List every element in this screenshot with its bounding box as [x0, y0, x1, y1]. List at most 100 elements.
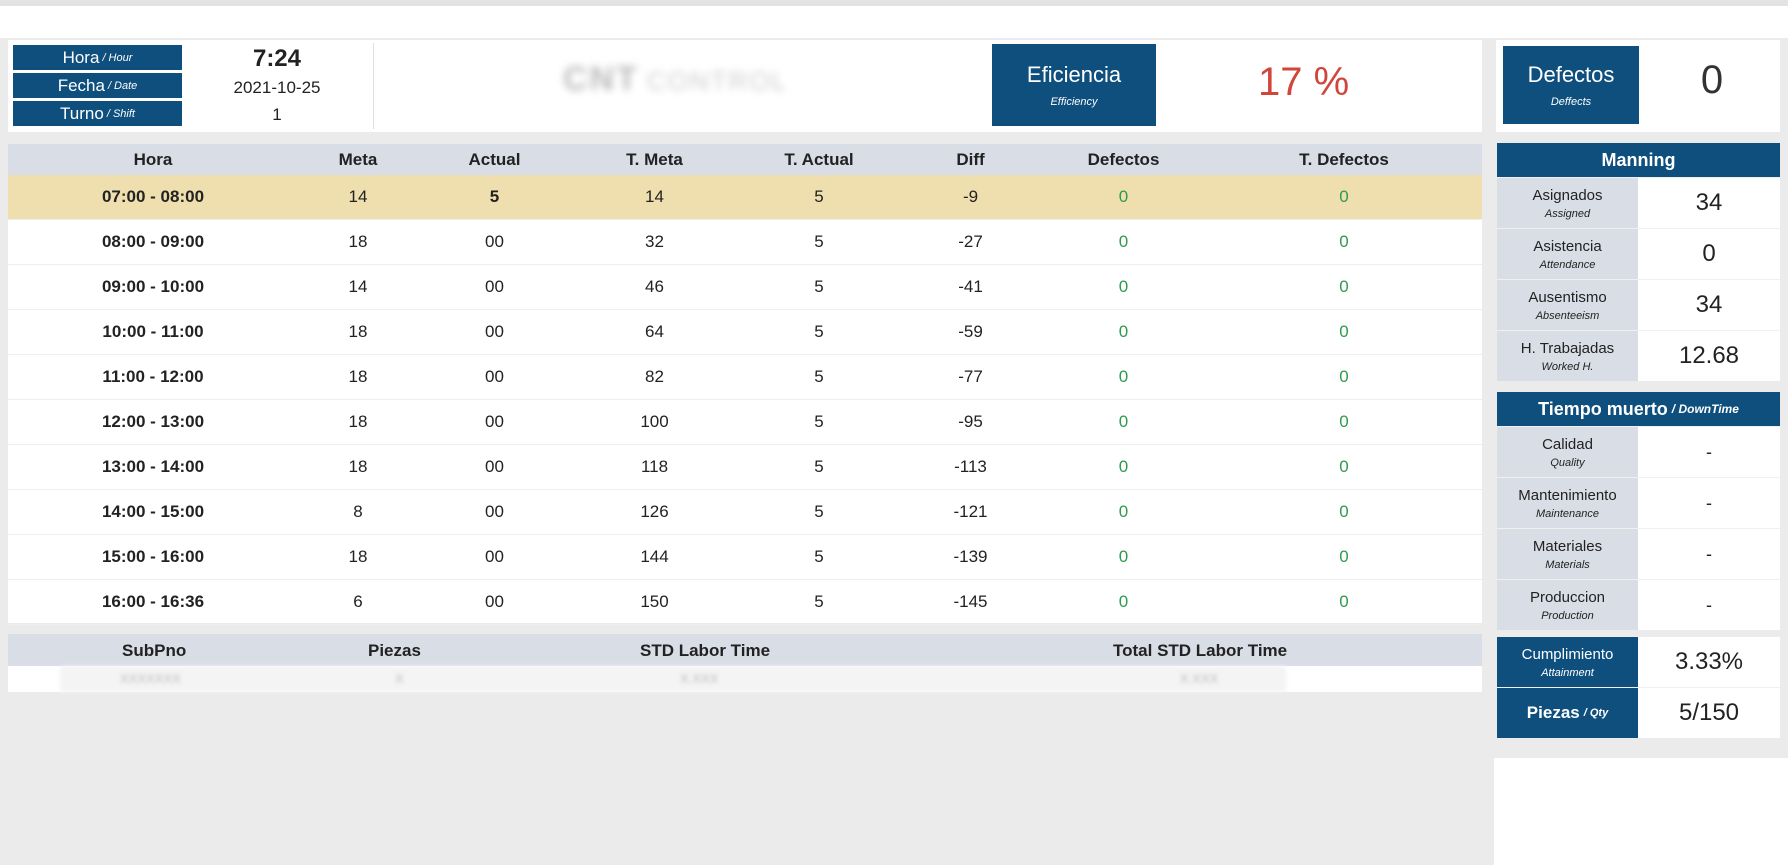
- meta-cell: 18: [298, 354, 418, 400]
- date-value: 2021-10-25: [233, 78, 321, 97]
- t-defects-cell: 0: [1206, 399, 1482, 445]
- table-header-row: Hora Meta Actual T. Meta T. Actual Diff …: [8, 144, 1482, 175]
- actual-cell: 00: [418, 489, 571, 535]
- hour-cell: 15:00 - 16:00: [8, 534, 298, 580]
- quantity-value: 5/150: [1678, 699, 1740, 726]
- efficiency-value: 17 %: [1258, 60, 1350, 104]
- column-header: Hora: [8, 144, 298, 175]
- t-meta-cell: 64: [571, 309, 738, 355]
- quantity-label: Piezas / Qty: [1497, 688, 1638, 738]
- hour-cell: 09:00 - 10:00: [8, 264, 298, 310]
- row-label: Materiales Materials: [1497, 529, 1638, 579]
- manning-row-attendance: Asistencia Attendance 0: [1497, 228, 1780, 279]
- t-actual-cell: 5: [738, 534, 900, 580]
- defects-cell: 0: [1041, 399, 1206, 445]
- diff-cell: -113: [900, 444, 1041, 490]
- diff-cell: -95: [900, 399, 1041, 445]
- row-label: Produccion Production: [1497, 580, 1638, 630]
- meta-cell: 18: [298, 219, 418, 265]
- table-row: 09:00 - 10:00 14 00 46 5 -41 0 0: [8, 264, 1482, 310]
- column-header: Diff: [900, 144, 1041, 175]
- defects-cell: 0: [1041, 264, 1206, 310]
- t-actual-cell: 5: [738, 309, 900, 355]
- t-actual-cell: 5: [738, 264, 900, 310]
- shift-value: 1: [272, 105, 282, 124]
- t-meta-cell: 144: [571, 534, 738, 580]
- efficiency-label: Eficiencia: [1026, 62, 1122, 87]
- t-meta-cell: 118: [571, 444, 738, 490]
- row-label: Asignados Assigned: [1497, 178, 1638, 228]
- t-meta-cell: 32: [571, 219, 738, 265]
- downtime-row-quality: Calidad Quality -: [1497, 426, 1780, 477]
- actual-cell: 00: [418, 579, 571, 625]
- defects-cell: 0: [1041, 579, 1206, 625]
- table-row: 14:00 - 15:00 8 00 126 5 -121 0 0: [8, 489, 1482, 535]
- row-value: 34: [1695, 189, 1723, 216]
- diff-cell: -59: [900, 309, 1041, 355]
- actual-cell: 00: [418, 534, 571, 580]
- table-row: 07:00 - 08:00 14 5 14 5 -9 0 0: [8, 175, 1482, 220]
- row-value: -: [1706, 594, 1712, 615]
- defects-value: 0: [1700, 58, 1724, 102]
- row-value: 0: [1702, 240, 1716, 267]
- attainment-label: Cumplimiento Attainment: [1497, 637, 1638, 687]
- diff-cell: -41: [900, 264, 1041, 310]
- t-meta-cell: 100: [571, 399, 738, 445]
- total-std-time-cell: X.XXX: [1180, 671, 1219, 686]
- t-defects-cell: 0: [1206, 579, 1482, 625]
- t-actual-cell: 5: [738, 579, 900, 625]
- table-row: 10:00 - 11:00 18 00 64 5 -59 0 0: [8, 309, 1482, 355]
- diff-cell: -121: [900, 489, 1041, 535]
- subpno-row: XXXXXXX X X.XXX X.XXX: [60, 666, 1286, 692]
- hour-value: 7:24: [252, 45, 302, 72]
- table-row: 13:00 - 14:00 18 00 118 5 -113 0 0: [8, 444, 1482, 490]
- pieces-cell: X: [395, 671, 404, 686]
- efficiency-label-en: Efficiency: [1050, 96, 1098, 108]
- hour-cell: 11:00 - 12:00: [8, 354, 298, 400]
- diff-cell: -27: [900, 219, 1041, 265]
- defects-label: Defectos: [1527, 62, 1615, 87]
- column-header: T. Actual: [738, 144, 900, 175]
- subpno-header: SubPno Piezas STD Labor Time Total STD L…: [8, 634, 1482, 666]
- column-header: T. Meta: [571, 144, 738, 175]
- diff-cell: -77: [900, 354, 1041, 400]
- defects-cell: 0: [1041, 175, 1206, 220]
- meta-cell: 14: [298, 264, 418, 310]
- meta-cell: 18: [298, 399, 418, 445]
- t-actual-cell: 5: [738, 444, 900, 490]
- subpno-panel: SubPno Piezas STD Labor Time Total STD L…: [8, 634, 1482, 692]
- summary-panel: Cumplimiento Attainment 3.33% Piezas / Qty…: [1497, 637, 1780, 738]
- actual-cell: 5: [418, 175, 571, 220]
- downtime-row-maintenance: Mantenimiento Maintenance -: [1497, 477, 1780, 528]
- manning-panel: Manning Asignados Assigned 34 Asistencia A…: [1497, 143, 1780, 381]
- divider: [373, 43, 374, 129]
- hour-label: Hora / Hour: [13, 45, 182, 70]
- row-value: -: [1706, 543, 1712, 564]
- quantity-row: Piezas / Qty 5/150: [1497, 687, 1780, 738]
- actual-cell: 00: [418, 444, 571, 490]
- defects-box: Defectos Deffects: [1503, 46, 1639, 124]
- actual-cell: 00: [418, 399, 571, 445]
- t-defects-cell: 0: [1206, 219, 1482, 265]
- meta-cell: 8: [298, 489, 418, 535]
- std-time-cell: X.XXX: [680, 671, 719, 686]
- defects-panel: Defectos Deffects 0: [1496, 40, 1780, 132]
- hourly-table-panel: Hora Meta Actual T. Meta T. Actual Diff …: [8, 144, 1482, 625]
- actual-cell: 00: [418, 309, 571, 355]
- meta-cell: 18: [298, 534, 418, 580]
- header-panel: Hora / Hour 7:24 Fecha / Date 2021-10-25 T…: [8, 40, 1482, 132]
- actual-cell: 00: [418, 264, 571, 310]
- column-header: T. Defectos: [1206, 144, 1482, 175]
- row-value: 12.68: [1678, 342, 1740, 369]
- meta-cell: 18: [298, 309, 418, 355]
- bottom-right-blank: [1494, 758, 1788, 865]
- column-header: Defectos: [1041, 144, 1206, 175]
- t-meta-cell: 126: [571, 489, 738, 535]
- row-label: Asistencia Attendance: [1497, 229, 1638, 279]
- t-meta-cell: 14: [571, 175, 738, 220]
- actual-cell: 00: [418, 354, 571, 400]
- diff-cell: -9: [900, 175, 1041, 220]
- meta-cell: 18: [298, 444, 418, 490]
- t-actual-cell: 5: [738, 175, 900, 220]
- t-actual-cell: 5: [738, 219, 900, 265]
